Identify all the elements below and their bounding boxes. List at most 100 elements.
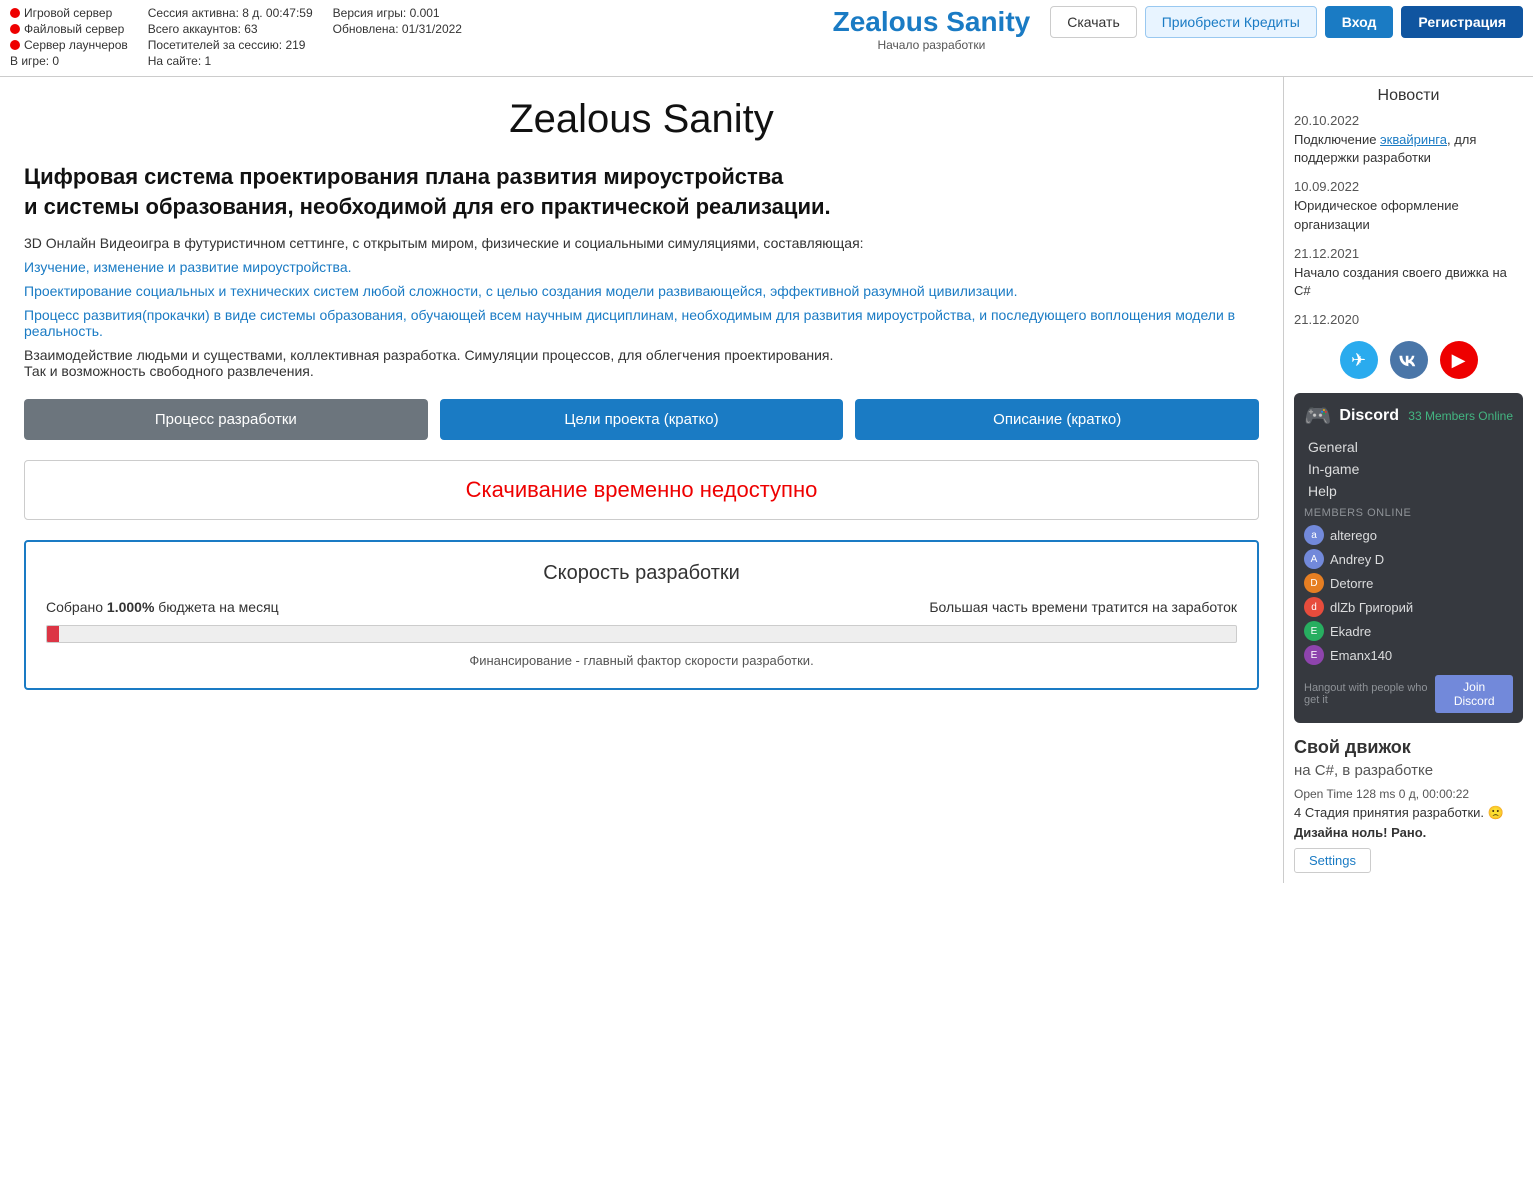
- news-item-1: 20.10.2022 Подключение эквайринга, для п…: [1294, 113, 1523, 167]
- site-subtitle: Начало разработки: [833, 38, 1031, 52]
- visitors-row: Посетителей за сессию: 219: [148, 38, 313, 52]
- topbar: Игровой сервер Файловый сервер Сервер ла…: [0, 0, 1533, 77]
- social-icons: ✈ ▶: [1294, 341, 1523, 379]
- news-text-3: Начало создания своего движка на С#: [1294, 264, 1523, 300]
- discord-channel-ingame[interactable]: In-game: [1304, 461, 1513, 477]
- link3[interactable]: Процесс развития(прокачки) в виде систем…: [24, 307, 1235, 339]
- settings-button[interactable]: Settings: [1294, 848, 1371, 873]
- discord-header: 🎮 Discord 33 Members Online: [1304, 403, 1513, 429]
- session-label: Сессия активна:: [148, 6, 242, 20]
- news-text-2: Юридическое оформление организации: [1294, 197, 1523, 233]
- download-button[interactable]: Скачать: [1050, 6, 1137, 38]
- description-button[interactable]: Описание (кратко): [855, 399, 1259, 440]
- link1-para: Изучение, изменение и развитие мироустро…: [24, 259, 1259, 275]
- server-launcher-label: Сервер лаунчеров: [24, 38, 128, 52]
- engine-stage: 4 Стадия принятия разработки. 🙁: [1294, 805, 1523, 821]
- server-launcher-row: Сервер лаунчеров: [10, 38, 128, 52]
- member-row-2: A Andrey D: [1304, 549, 1513, 569]
- dev-speed-stats: Собрано 1.000% бюджета на месяц Большая …: [46, 599, 1237, 615]
- update-value: 01/31/2022: [402, 22, 462, 36]
- link3-para: Процесс развития(прокачки) в виде систем…: [24, 307, 1259, 339]
- member-name-5: Ekadre: [1330, 624, 1371, 639]
- time-note: Большая часть времени тратится на зарабо…: [929, 599, 1237, 615]
- member-avatar-3: D: [1304, 573, 1324, 593]
- member-name-2: Andrey D: [1330, 552, 1384, 567]
- engine-subtitle: на С#, в разработке: [1294, 762, 1523, 779]
- login-button[interactable]: Вход: [1325, 6, 1394, 38]
- dev-speed-title: Скорость разработки: [46, 562, 1237, 585]
- discord-widget: 🎮 Discord 33 Members Online General In-g…: [1294, 393, 1523, 723]
- link2[interactable]: Проектирование социальных и технических …: [24, 283, 1017, 299]
- server-file-dot: [10, 24, 20, 34]
- news-date-3: 21.12.2021: [1294, 246, 1523, 261]
- desc1: 3D Онлайн Видеоигра в футуристичном сетт…: [24, 235, 1259, 251]
- news-item-3: 21.12.2021 Начало создания своего движка…: [1294, 246, 1523, 300]
- dev-process-button[interactable]: Процесс разработки: [24, 399, 428, 440]
- news-date-4: 21.12.2020: [1294, 312, 1523, 327]
- server-file-label: Файловый сервер: [24, 22, 124, 36]
- sidebar: Новости 20.10.2022 Подключение эквайринг…: [1283, 77, 1533, 883]
- news-title: Новости: [1294, 87, 1523, 105]
- telegram-icon[interactable]: ✈: [1340, 341, 1378, 379]
- register-button[interactable]: Регистрация: [1401, 6, 1523, 38]
- join-discord-button[interactable]: Join Discord: [1435, 675, 1513, 713]
- vk-icon[interactable]: [1390, 341, 1428, 379]
- member-row-4: d dlZb Григорий: [1304, 597, 1513, 617]
- member-avatar-4: d: [1304, 597, 1324, 617]
- member-avatar-1: a: [1304, 525, 1324, 545]
- dev-note: Финансирование - главный фактор скорости…: [46, 653, 1237, 668]
- online-label: На сайте:: [148, 54, 205, 68]
- discord-footer: Hangout with people who get it Join Disc…: [1304, 675, 1513, 713]
- accounts-row: Всего аккаунтов: 63: [148, 22, 313, 36]
- news-date-2: 10.09.2022: [1294, 179, 1523, 194]
- visitors-label: Посетителей за сессию:: [148, 38, 286, 52]
- collected-stat: Собрано 1.000% бюджета на месяц: [46, 599, 279, 615]
- action-buttons: Процесс разработки Цели проекта (кратко)…: [24, 399, 1259, 440]
- engine-block: Свой движок на С#, в разработке Open Tim…: [1294, 737, 1523, 873]
- member-name-3: Detorre: [1330, 576, 1373, 591]
- purchase-button[interactable]: Приобрести Кредиты: [1145, 6, 1317, 38]
- server-launcher-dot: [10, 40, 20, 50]
- news-date-1: 20.10.2022: [1294, 113, 1523, 128]
- youtube-icon[interactable]: ▶: [1440, 341, 1478, 379]
- collected-suffix: бюджета на месяц: [158, 599, 278, 615]
- collected-pct: 1.000%: [107, 599, 154, 615]
- member-row-5: E Ekadre: [1304, 621, 1513, 641]
- tagline: Цифровая система проектирования плана ра…: [24, 162, 1259, 221]
- version-info: Версия игры: 0.001 Обновлена: 01/31/2022: [333, 6, 462, 38]
- news-item-4: 21.12.2020: [1294, 312, 1523, 327]
- member-avatar-6: E: [1304, 645, 1324, 665]
- online-row: На сайте: 1: [148, 54, 313, 68]
- discord-name: Discord: [1339, 407, 1399, 425]
- member-name-6: Emanx140: [1330, 648, 1392, 663]
- member-row-3: D Detorre: [1304, 573, 1513, 593]
- discord-channel-general[interactable]: General: [1304, 439, 1513, 455]
- update-row: Обновлена: 01/31/2022: [333, 22, 462, 36]
- page-main-title: Zealous Sanity: [24, 97, 1259, 142]
- news-link-1[interactable]: эквайринга: [1380, 132, 1447, 147]
- accounts-value: 63: [244, 22, 257, 36]
- news-section: Новости 20.10.2022 Подключение эквайринг…: [1294, 87, 1523, 327]
- member-name-4: dlZb Григорий: [1330, 600, 1413, 615]
- version-row: Версия игры: 0.001: [333, 6, 462, 20]
- engine-warning: Дизайна ноль! Рано.: [1294, 825, 1523, 840]
- discord-online-count: 33 Members Online: [1408, 409, 1513, 423]
- accounts-label: Всего аккаунтов:: [148, 22, 244, 36]
- update-label: Обновлена:: [333, 22, 402, 36]
- progress-bar-container: [46, 625, 1237, 643]
- member-avatar-5: E: [1304, 621, 1324, 641]
- link1[interactable]: Изучение, изменение и развитие мироустро…: [24, 259, 352, 275]
- member-name-1: alterego: [1330, 528, 1377, 543]
- discord-channel-help[interactable]: Help: [1304, 483, 1513, 499]
- link2-para: Проектирование социальных и технических …: [24, 283, 1259, 299]
- member-avatar-2: A: [1304, 549, 1324, 569]
- session-info: Сессия активна: 8 д. 00:47:59 Всего акка…: [148, 6, 313, 70]
- in-game-row: В игре: 0: [10, 54, 128, 68]
- news-text-1: Подключение эквайринга, для поддержки ра…: [1294, 131, 1523, 167]
- project-goals-button[interactable]: Цели проекта (кратко): [440, 399, 844, 440]
- desc2: Взаимодействие людьми и существами, колл…: [24, 347, 1259, 379]
- members-online-label: MEMBERS ONLINE: [1304, 507, 1513, 519]
- download-banner: Скачивание временно недоступно: [24, 460, 1259, 520]
- engine-title: Свой движок: [1294, 737, 1523, 758]
- member-row-6: E Emanx140: [1304, 645, 1513, 665]
